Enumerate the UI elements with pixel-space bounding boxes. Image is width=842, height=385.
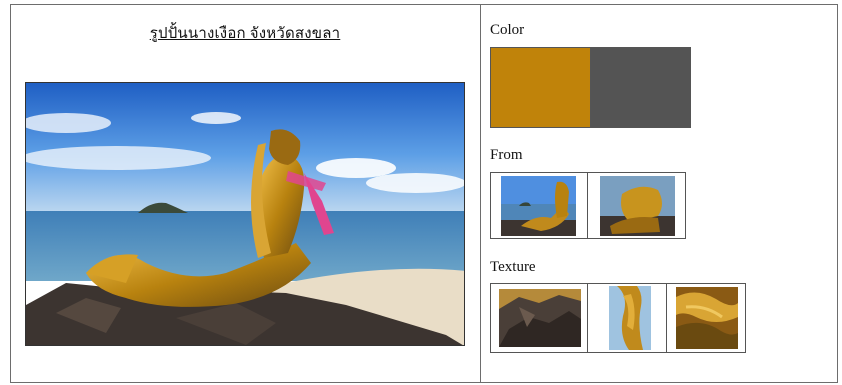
- form-tile-separator: [587, 173, 588, 238]
- form-tile-1: [501, 176, 576, 236]
- bronze-texture: [676, 287, 738, 349]
- form-tile-2: [600, 176, 675, 236]
- mermaid-statue-crop: [501, 176, 576, 236]
- color-swatch-gray: [590, 47, 691, 128]
- color-label: Color: [490, 22, 525, 38]
- image-title: รูปปั้นนางเงือก จังหวัดสงขลา: [149, 26, 341, 42]
- texture-tile-separator-2: [666, 284, 667, 352]
- column-divider: [480, 4, 481, 383]
- form-label: From: [490, 147, 523, 163]
- mermaid-head-crop: [600, 176, 675, 236]
- hair-texture: [609, 286, 651, 350]
- texture-tiles: [490, 283, 746, 353]
- rock-texture: [499, 289, 581, 347]
- form-tiles: [490, 172, 686, 239]
- mermaid-scene-svg: [26, 83, 464, 345]
- texture-tile-3: [676, 287, 738, 349]
- texture-tile-separator-1: [587, 284, 588, 352]
- mermaid-statue-photo: [25, 82, 465, 346]
- color-swatch-gold: [490, 47, 591, 128]
- texture-label: Texture: [490, 259, 536, 275]
- texture-tile-1: [499, 289, 581, 347]
- texture-tile-2: [609, 286, 651, 350]
